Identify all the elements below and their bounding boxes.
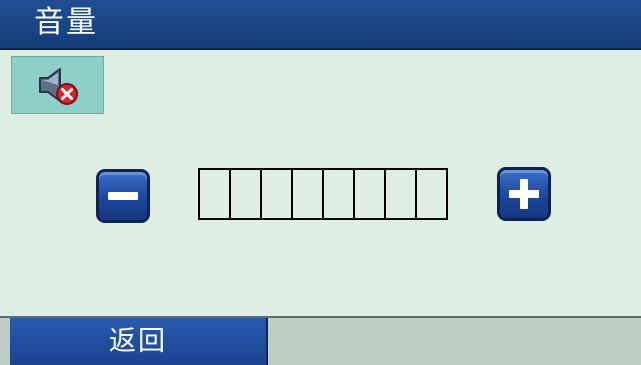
speaker-muted-icon bbox=[39, 68, 78, 105]
volume-segment bbox=[200, 170, 231, 218]
volume-down-button[interactable] bbox=[96, 169, 150, 223]
volume-level-meter bbox=[198, 168, 448, 220]
title-bar: 音量 bbox=[0, 0, 641, 50]
back-button-label: 返回 bbox=[109, 326, 167, 357]
volume-segment bbox=[386, 170, 417, 218]
page-title: 音量 bbox=[34, 5, 98, 40]
mute-status-indicator bbox=[11, 56, 104, 114]
volume-segment bbox=[231, 170, 262, 218]
minus-icon bbox=[108, 192, 138, 200]
volume-segment bbox=[262, 170, 293, 218]
volume-segment bbox=[355, 170, 386, 218]
volume-segment bbox=[293, 170, 324, 218]
volume-up-button[interactable] bbox=[497, 167, 551, 221]
volume-segment bbox=[417, 170, 446, 218]
volume-segment bbox=[324, 170, 355, 218]
volume-screen: 音量 返回 bbox=[0, 0, 641, 365]
back-button[interactable]: 返回 bbox=[10, 318, 268, 365]
softkey-bar: 返回 bbox=[0, 316, 641, 365]
